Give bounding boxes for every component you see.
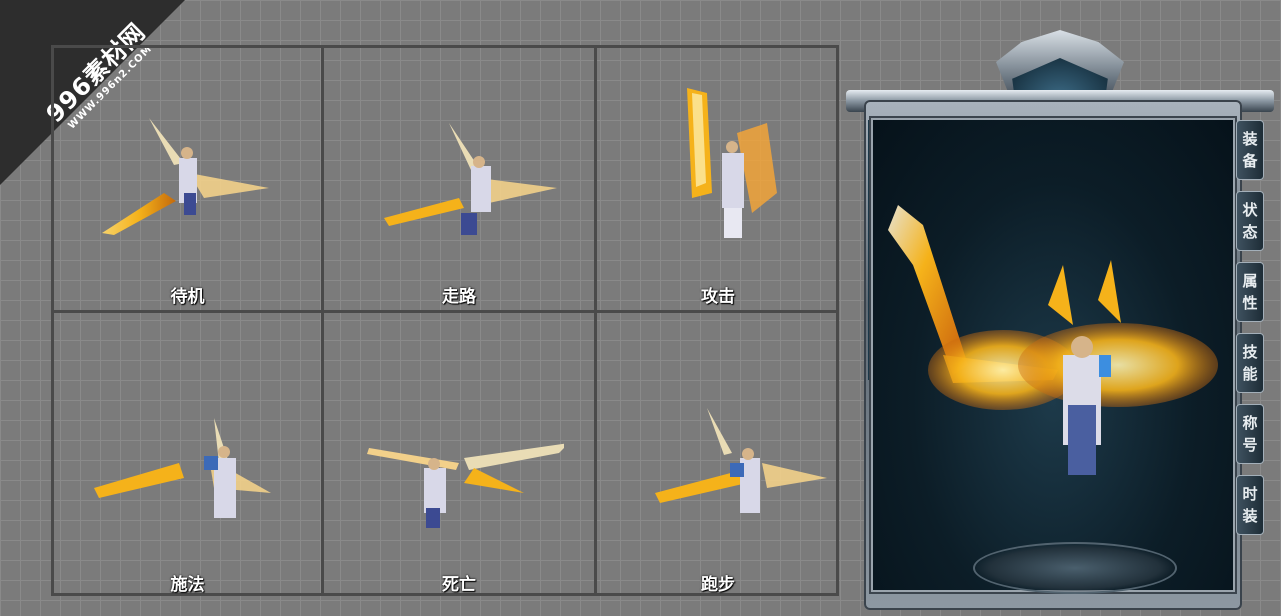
tab-char: 装 bbox=[1242, 507, 1258, 525]
tab-char: 属 bbox=[1242, 272, 1258, 290]
character-sprite-death bbox=[367, 443, 564, 528]
pose-cell-walk[interactable]: 走路 bbox=[324, 48, 594, 310]
pose-grid: 待机 走路 攻击 施法 死亡 跑步 bbox=[51, 45, 839, 596]
tab-char: 性 bbox=[1242, 294, 1258, 312]
tab-char: 时 bbox=[1242, 485, 1258, 503]
panel-tabs: 装 备 状 态 属 性 技 能 称 号 时 装 bbox=[1236, 120, 1270, 546]
character-sprite-cast bbox=[94, 418, 271, 518]
pose-label-attack: 攻击 bbox=[701, 287, 735, 307]
pose-cell-idle[interactable]: 待机 bbox=[54, 48, 321, 310]
pose-label-idle: 待机 bbox=[170, 287, 205, 307]
tab-char: 技 bbox=[1242, 343, 1258, 361]
character-preview bbox=[871, 118, 1235, 594]
character-sprite-attack bbox=[687, 88, 777, 238]
pose-cell-attack[interactable]: 攻击 bbox=[597, 48, 839, 310]
tab-attributes[interactable]: 属 性 bbox=[1236, 262, 1264, 322]
pose-label-walk: 走路 bbox=[442, 287, 476, 307]
tab-char: 能 bbox=[1242, 365, 1258, 383]
tab-status[interactable]: 状 态 bbox=[1236, 191, 1264, 251]
tab-skills[interactable]: 技 能 bbox=[1236, 333, 1264, 393]
character-sprite-idle bbox=[102, 118, 269, 235]
tab-char: 态 bbox=[1242, 223, 1258, 241]
pose-cell-run[interactable]: 跑步 bbox=[597, 313, 839, 596]
pose-cell-death[interactable]: 死亡 bbox=[324, 313, 594, 596]
character-model bbox=[888, 205, 1218, 475]
pose-cell-cast[interactable]: 施法 bbox=[54, 313, 321, 596]
tab-titles[interactable]: 称 号 bbox=[1236, 404, 1264, 464]
character-panel: 装 备 状 态 属 性 技 能 称 号 时 装 bbox=[846, 30, 1274, 610]
tab-fashion[interactable]: 时 装 bbox=[1236, 475, 1264, 535]
tab-equipment[interactable]: 装 备 bbox=[1236, 120, 1264, 180]
tab-char: 备 bbox=[1242, 152, 1258, 170]
tab-char: 状 bbox=[1242, 201, 1258, 219]
character-pedestal bbox=[973, 542, 1177, 594]
tab-char: 装 bbox=[1242, 130, 1258, 148]
tab-char: 称 bbox=[1242, 414, 1258, 432]
pose-label-run: 跑步 bbox=[701, 575, 735, 595]
pose-label-cast: 施法 bbox=[170, 575, 205, 595]
pose-label-death: 死亡 bbox=[442, 575, 476, 595]
character-sprite-walk bbox=[384, 123, 557, 235]
character-sprite-run bbox=[655, 408, 827, 513]
tab-char: 号 bbox=[1242, 436, 1258, 454]
